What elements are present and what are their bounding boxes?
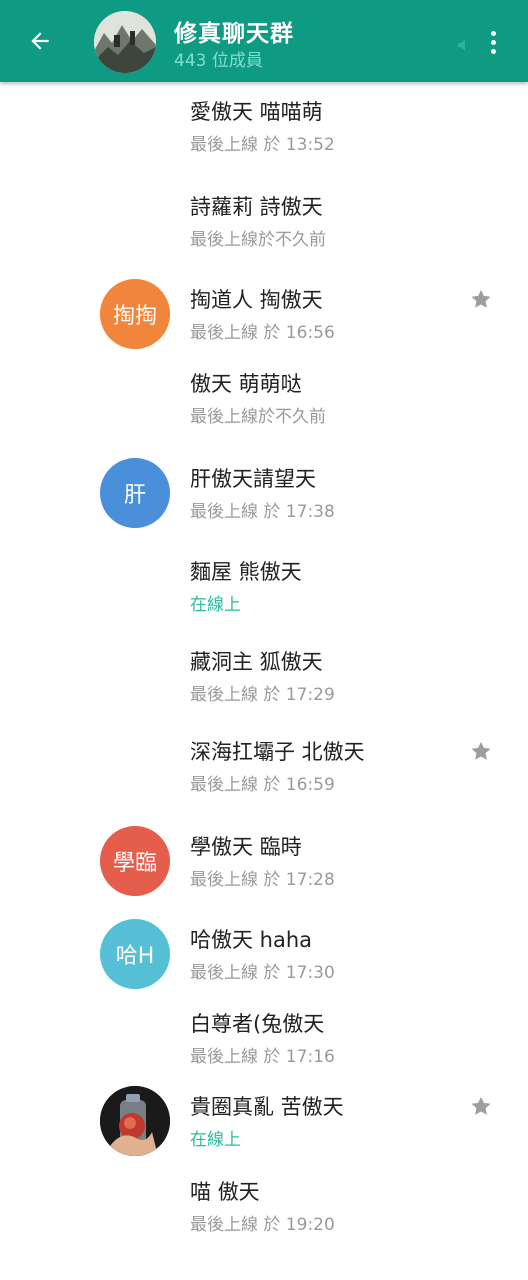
member-avatar[interactable]: 肝 bbox=[100, 458, 170, 528]
app-bar: 修真聊天群 443 位成員 bbox=[0, 0, 528, 82]
more-vertical-icon bbox=[490, 30, 496, 36]
member-name: 哈傲天 haha bbox=[190, 928, 313, 952]
more-options-button[interactable] bbox=[480, 24, 506, 60]
member-row[interactable]: 深海扛壩子 北傲天最後上線 於 16:59 bbox=[0, 722, 528, 812]
online-status: 在線上 bbox=[190, 1130, 241, 1150]
member-avatar[interactable]: 哈H bbox=[100, 919, 170, 989]
member-count: 443 位成員 bbox=[174, 51, 263, 71]
last-seen-status: 最後上線 於 17:28 bbox=[190, 870, 335, 890]
star-icon bbox=[471, 1096, 491, 1115]
last-seen-status: 最後上線 於 17:29 bbox=[190, 685, 335, 705]
member-name: 學傲天 臨時 bbox=[190, 835, 302, 859]
member-name: 傲天 萌萌哒 bbox=[190, 372, 302, 396]
member-row[interactable]: 傲天 萌萌哒最後上線於不久前 bbox=[0, 354, 528, 444]
member-avatar[interactable]: 掏掏 bbox=[100, 279, 170, 349]
last-seen-status: 最後上線 於 19:20 bbox=[190, 1215, 335, 1235]
member-row[interactable]: 掏掏 掏道人 掏傲天最後上線 於 16:56 bbox=[0, 270, 528, 360]
member-name: 貴圈真亂 苦傲天 bbox=[190, 1095, 344, 1119]
last-seen-status: 最後上線於不久前 bbox=[190, 230, 326, 250]
member-row[interactable]: 白尊者(兔傲天最後上線 於 17:16 bbox=[0, 994, 528, 1084]
member-row[interactable]: 詩蘿莉 詩傲天最後上線於不久前 bbox=[0, 177, 528, 267]
online-status: 在線上 bbox=[190, 595, 241, 615]
last-seen-status: 最後上線 於 16:56 bbox=[190, 323, 335, 343]
member-name: 喵 傲天 bbox=[190, 1180, 260, 1204]
member-row[interactable]: 喵 傲天最後上線 於 19:20 bbox=[0, 1162, 528, 1252]
last-seen-status: 最後上線 於 17:38 bbox=[190, 502, 335, 522]
star-icon bbox=[471, 289, 491, 308]
arrow-left-icon bbox=[31, 32, 49, 50]
member-name: 藏洞主 狐傲天 bbox=[190, 650, 323, 674]
member-row[interactable]: 學臨 學傲天 臨時最後上線 於 17:28 bbox=[0, 817, 528, 907]
back-button[interactable] bbox=[20, 21, 60, 61]
member-name: 愛傲天 喵喵萌 bbox=[190, 100, 323, 124]
member-row[interactable]: 哈H 哈傲天 haha 最後上線 於 17:30 bbox=[0, 910, 528, 1000]
last-seen-status: 最後上線 於 16:59 bbox=[190, 775, 335, 795]
member-name: 深海扛壩子 北傲天 bbox=[190, 740, 365, 764]
member-avatar[interactable]: 學臨 bbox=[100, 826, 170, 896]
member-name: 詩蘿莉 詩傲天 bbox=[190, 195, 323, 219]
member-name: 肝傲天請望天 bbox=[190, 467, 316, 491]
member-name: 麵屋 熊傲天 bbox=[190, 560, 302, 584]
member-row[interactable]: 肝肝傲天請望天最後上線 於 17:38 bbox=[0, 449, 528, 539]
member-name: 掏道人 掏傲天 bbox=[190, 288, 323, 312]
member-row[interactable]: 藏洞主 狐傲天最後上線 於 17:29 bbox=[0, 632, 528, 722]
member-row[interactable]: 麵屋 熊傲天 在線上 bbox=[0, 542, 528, 632]
chat-title: 修真聊天群 bbox=[174, 21, 294, 47]
member-avatar[interactable] bbox=[100, 1086, 170, 1156]
group-avatar[interactable] bbox=[94, 11, 156, 73]
star-icon bbox=[471, 741, 491, 760]
last-seen-status: 最後上線 於 17:16 bbox=[190, 1047, 335, 1067]
last-seen-status: 最後上線 於 17:30 bbox=[190, 963, 335, 983]
last-seen-status: 最後上線 於 13:52 bbox=[190, 135, 335, 155]
member-row[interactable]: 愛傲天 喵喵萌最後上線 於 13:52 bbox=[0, 82, 528, 172]
member-name: 白尊者(兔傲天 bbox=[190, 1012, 325, 1036]
mute-icon bbox=[458, 39, 465, 51]
last-seen-status: 最後上線於不久前 bbox=[190, 407, 326, 427]
member-row[interactable]: 貴圈真亂 苦傲天在線上 bbox=[0, 1077, 528, 1167]
